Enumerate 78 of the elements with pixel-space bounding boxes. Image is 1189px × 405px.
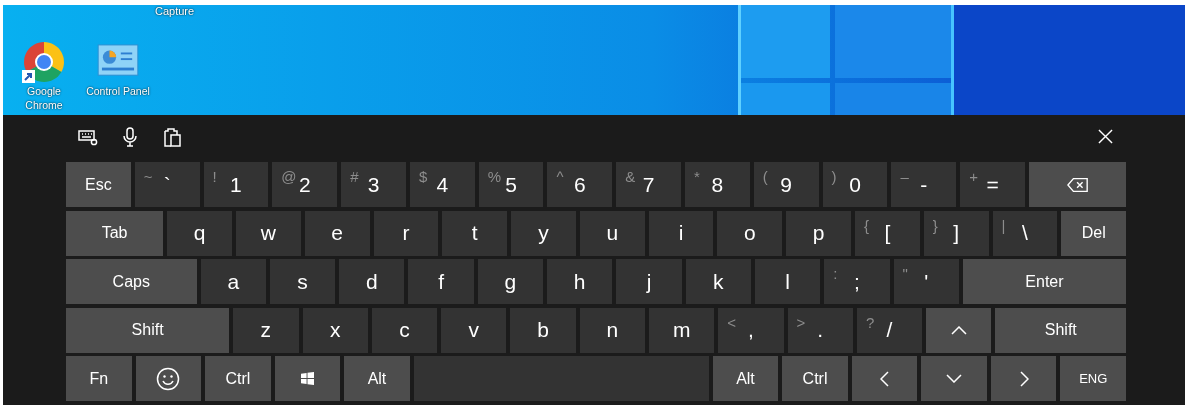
key[interactable]: { [ [854,210,920,256]
smiley-icon [156,366,181,391]
key[interactable]: h [547,259,613,304]
key[interactable]: Caps [66,259,197,304]
key[interactable]: c [371,307,438,353]
key[interactable]: v [441,307,507,353]
language-key[interactable]: ENG [1060,356,1126,401]
key[interactable]: w [235,210,301,256]
chevron-up-icon [950,325,967,335]
key[interactable]: ( 9 [753,162,819,207]
key[interactable]: b [510,307,576,353]
chevron-right-icon [1018,370,1029,387]
microphone-icon[interactable] [120,126,140,147]
key[interactable]: < , [718,307,784,353]
windows-icon [300,372,314,385]
key[interactable]: * 8 [685,162,750,207]
key[interactable]: " ' [893,259,959,304]
key[interactable]: e [304,210,370,256]
key[interactable]: ) 0 [822,162,888,207]
key[interactable]: g [477,259,544,304]
key[interactable]: a [200,259,266,304]
key[interactable]: p [786,210,851,256]
key[interactable]: Alt [344,356,410,401]
chevron-left-icon [879,370,890,387]
key[interactable]: i [648,210,714,256]
key[interactable]: & 7 [616,162,682,207]
key[interactable]: + = [960,162,1025,207]
key[interactable]: n [579,307,645,353]
key[interactable]: f [408,259,474,304]
key[interactable]: Ctrl [782,356,848,401]
control-panel-icon[interactable] [97,44,139,78]
key[interactable]: d [339,259,405,304]
key[interactable]: ~ ` [134,162,200,207]
key[interactable]: k [685,259,751,304]
key[interactable]: q [167,210,232,256]
key[interactable]: j [616,259,682,304]
key[interactable]: : ; [824,259,890,304]
chevron-down-icon [946,374,963,383]
key[interactable]: Shift [995,307,1127,353]
close-icon[interactable] [1098,129,1113,144]
key[interactable]: | \ [992,210,1058,256]
key[interactable]: y [511,210,576,256]
windows-key[interactable] [274,356,341,401]
key[interactable]: ! 1 [203,162,269,207]
icon-label: Control Panel [86,84,150,98]
clipboard-icon[interactable] [162,126,182,147]
key[interactable]: Esc [66,162,131,207]
key[interactable]: # 3 [341,162,406,207]
key[interactable]: } ] [923,210,989,256]
key[interactable]: Fn [66,356,132,401]
emoji-key[interactable] [135,356,202,401]
key[interactable]: m [649,307,715,353]
key[interactable]: ^ 6 [547,162,613,207]
backspace-icon [1066,176,1089,193]
key[interactable]: Alt [712,356,779,401]
backspace-key[interactable] [1028,162,1127,207]
icon-label: Google Chrome [24,84,64,112]
key[interactable]: x [302,307,368,353]
key[interactable]: – - [891,162,957,207]
key[interactable]: o [717,210,783,256]
key[interactable]: % 5 [478,162,544,207]
key[interactable]: > . [787,307,853,353]
key[interactable]: Del [1061,210,1127,256]
key[interactable]: Shift [66,307,230,353]
key[interactable]: s [269,259,336,304]
icon-label: Capture [155,5,195,17]
key[interactable]: Ctrl [205,356,271,401]
key[interactable]: @2 [272,162,338,207]
key[interactable]: Enter [962,259,1127,304]
key[interactable]: z [233,307,299,353]
key[interactable]: ? / [856,307,923,353]
key[interactable]: Tab [66,210,164,256]
key[interactable]: l [754,259,821,304]
key[interactable]: $ 4 [409,162,475,207]
browser-icon[interactable] [22,40,66,84]
key[interactable]: r [373,210,439,256]
key[interactable]: t [442,210,508,256]
key[interactable]: u [579,210,645,256]
